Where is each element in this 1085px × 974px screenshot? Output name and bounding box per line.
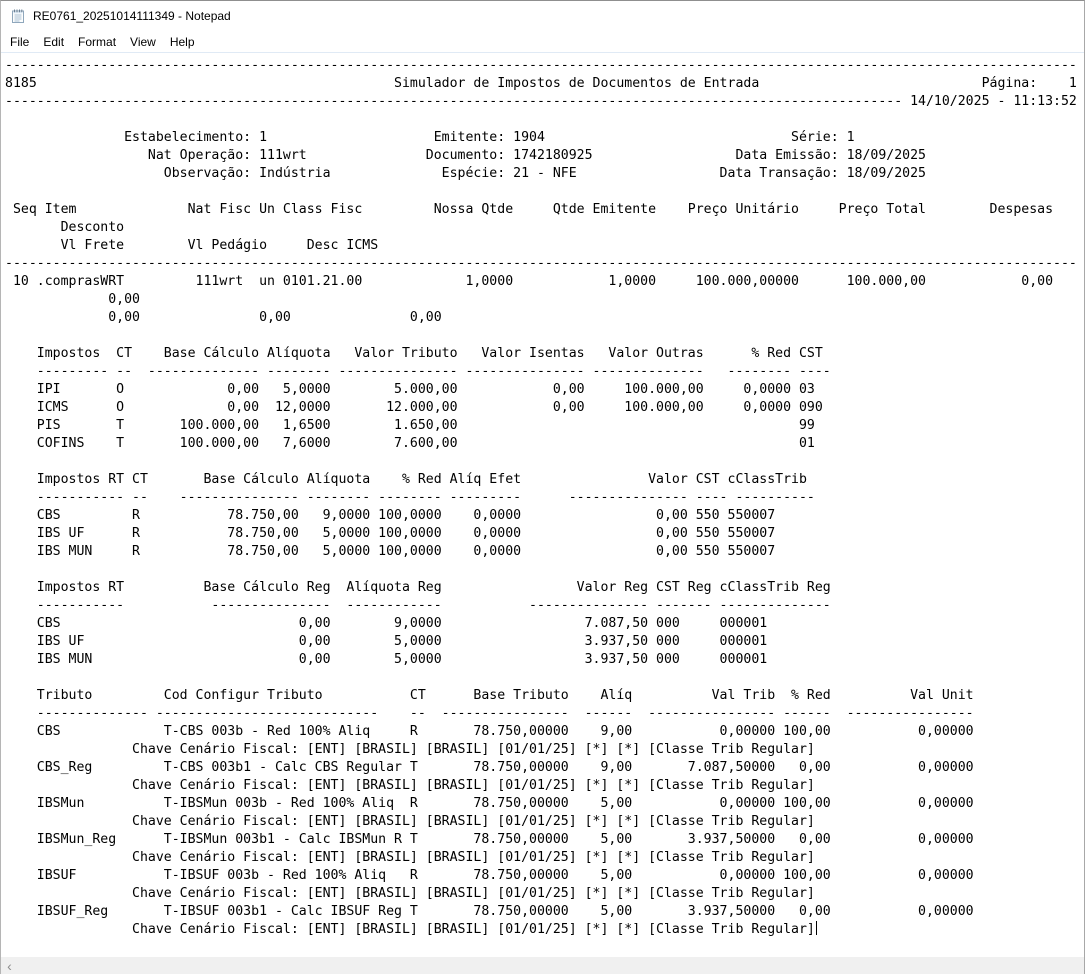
window-title: RE0761_20251014111349 - Notepad <box>33 9 231 23</box>
menu-item-file[interactable]: File <box>3 32 36 52</box>
horizontal-scrollbar[interactable]: ‹ <box>1 957 1084 974</box>
menu-item-view[interactable]: View <box>123 32 163 52</box>
report-text[interactable]: ----------------------------------------… <box>1 53 1084 939</box>
notepad-icon <box>10 8 26 24</box>
title-bar: RE0761_20251014111349 - Notepad <box>1 1 1084 31</box>
text-area[interactable]: ----------------------------------------… <box>1 53 1084 957</box>
menu-item-format[interactable]: Format <box>71 32 123 52</box>
notepad-window: RE0761_20251014111349 - Notepad File Edit… <box>0 0 1085 974</box>
scroll-left-arrow-icon[interactable]: ‹ <box>1 957 18 974</box>
menu-bar: File Edit Format View Help <box>1 31 1084 53</box>
menu-item-edit[interactable]: Edit <box>36 32 71 52</box>
text-caret <box>815 921 817 935</box>
menu-item-help[interactable]: Help <box>163 32 202 52</box>
report-lines: ----------------------------------------… <box>5 58 1077 937</box>
